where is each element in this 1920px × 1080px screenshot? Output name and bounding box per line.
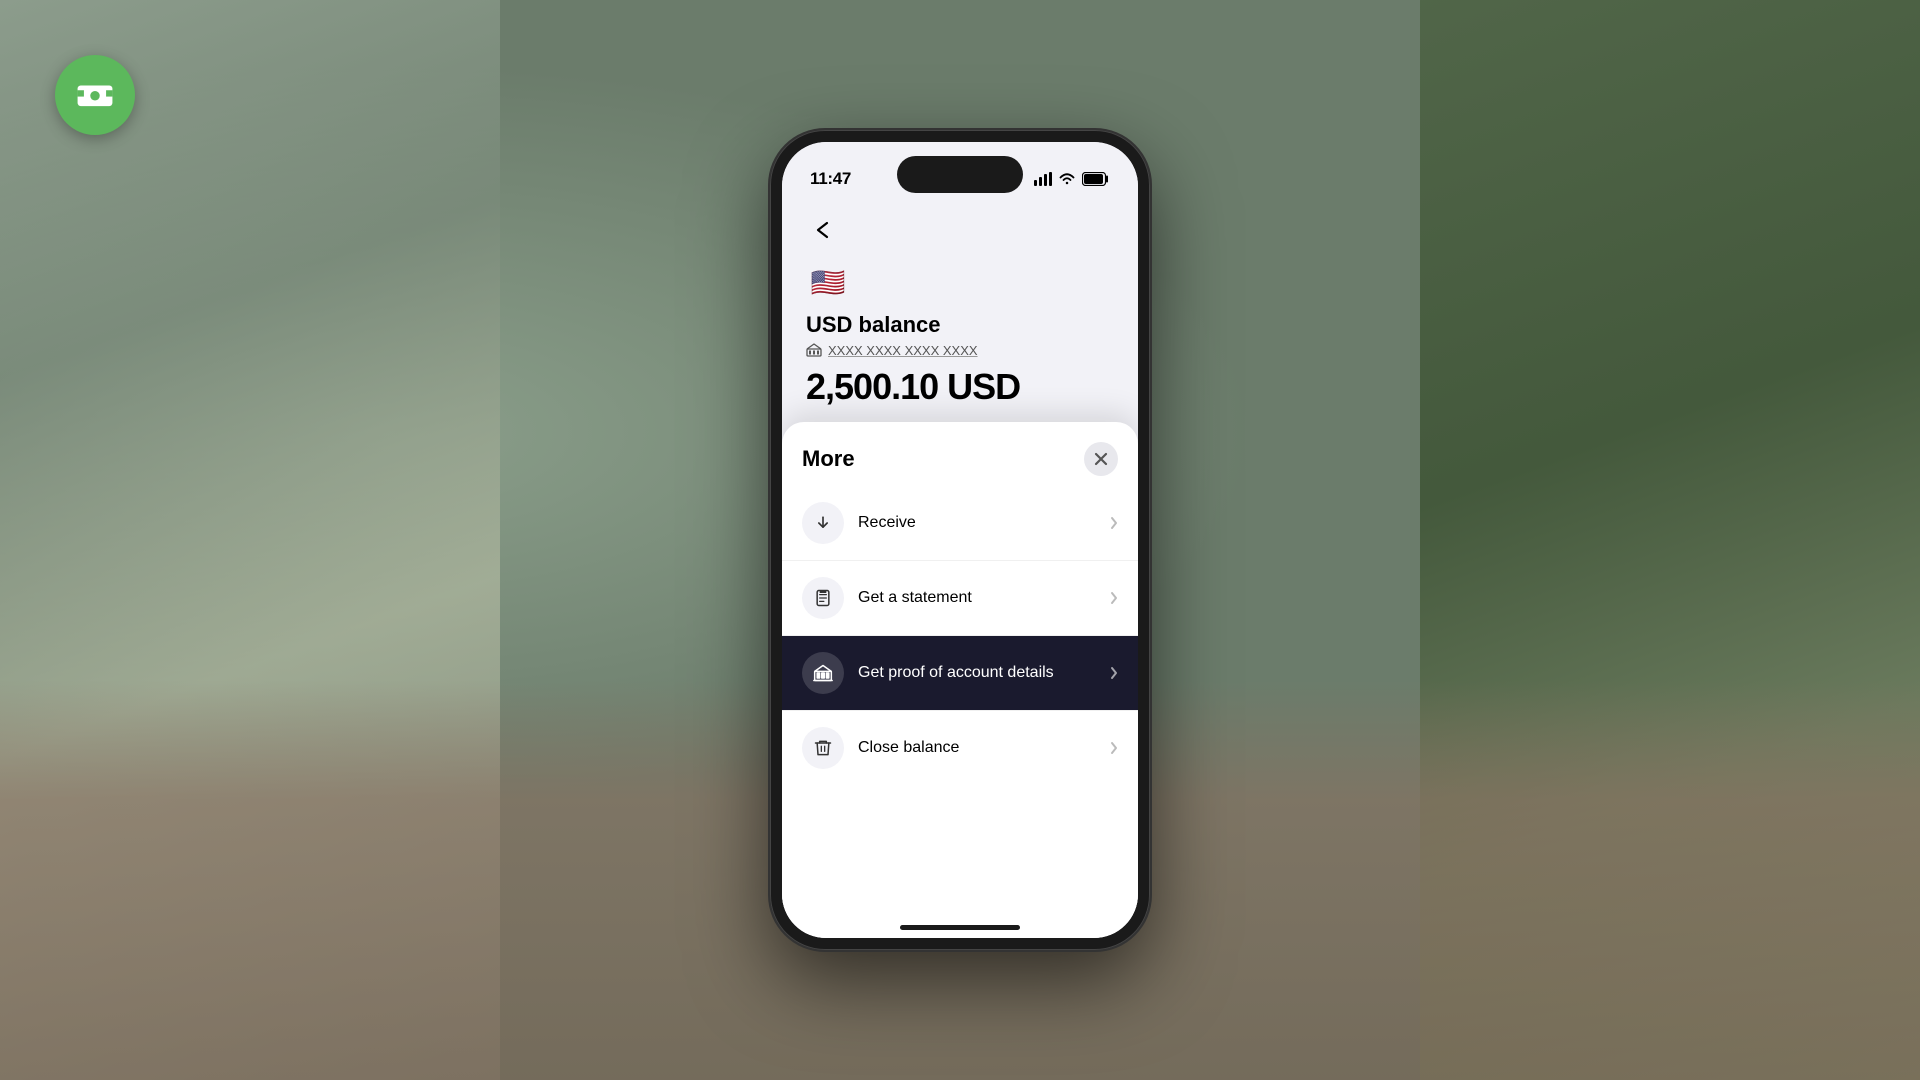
status-time: 11:47 [810, 169, 851, 189]
modal-close-button[interactable] [1084, 442, 1118, 476]
screen-content: 11:47 [782, 142, 1138, 938]
receive-icon-circle [802, 502, 844, 544]
balance-title: USD balance [806, 312, 1114, 338]
back-button[interactable] [806, 212, 842, 248]
proof-chevron [1110, 666, 1118, 680]
dynamic-island [897, 156, 1023, 193]
battery-icon [1082, 172, 1110, 186]
menu-item-receive[interactable]: Receive [782, 486, 1138, 561]
receive-icon [813, 513, 833, 533]
close-balance-label: Close balance [858, 739, 1096, 757]
menu-item-close-balance[interactable]: Close balance [782, 711, 1138, 785]
menu-list: Receive [782, 486, 1138, 805]
status-icons [1034, 172, 1110, 186]
receive-label: Receive [858, 514, 1096, 532]
account-number[interactable]: XXXX XXXX XXXX XXXX [806, 342, 1114, 358]
account-number-text: XXXX XXXX XXXX XXXX [828, 343, 978, 358]
phone-frame: 11:47 [770, 130, 1150, 950]
cash-icon [76, 76, 114, 114]
menu-item-statement[interactable]: Get a statement [782, 561, 1138, 636]
proof-icon-circle [802, 652, 844, 694]
wifi-icon [1058, 172, 1076, 186]
statement-chevron [1110, 591, 1118, 605]
statement-icon-circle [802, 577, 844, 619]
trash-icon [813, 738, 833, 758]
modal-overlay: More [782, 422, 1138, 938]
close-icon [1094, 452, 1108, 466]
signal-icon [1034, 172, 1052, 186]
modal-title: More [802, 446, 855, 472]
bank-small-icon [806, 342, 822, 358]
balance-amount: 2,500.10 USD [806, 366, 1114, 408]
floating-cash-button[interactable] [55, 55, 135, 135]
modal-header: More [782, 422, 1138, 486]
proof-label: Get proof of account details [858, 664, 1096, 682]
phone-screen: 11:47 [782, 142, 1138, 938]
trash-icon-circle [802, 727, 844, 769]
statement-label: Get a statement [858, 589, 1096, 607]
modal-sheet: More [782, 422, 1138, 938]
home-indicator [900, 925, 1020, 930]
currency-flag: 🇺🇸 [806, 260, 850, 304]
statement-icon [813, 588, 833, 608]
menu-item-proof[interactable]: Get proof of account details [782, 636, 1138, 711]
bank-icon [813, 663, 833, 683]
close-balance-chevron [1110, 741, 1118, 755]
receive-chevron [1110, 516, 1118, 530]
